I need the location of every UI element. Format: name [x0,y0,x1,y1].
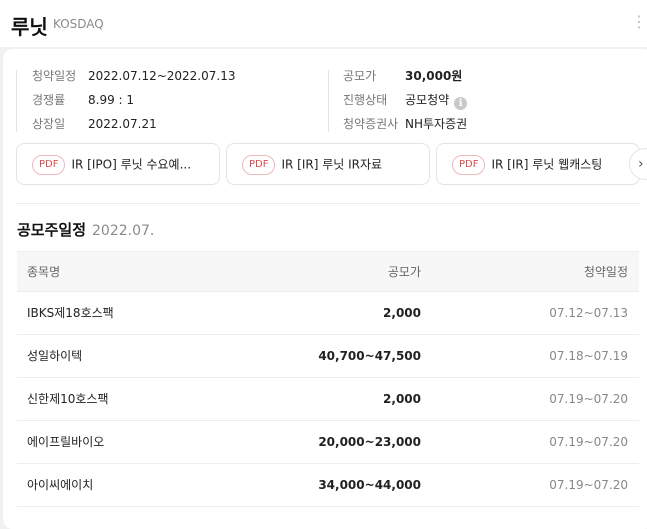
info-value: 2022.07.21 [88,117,157,131]
info-value: 2022.07.12~2022.07.13 [88,69,236,83]
price-cell: 40,700~47,500 [318,349,421,363]
info-label: 경쟁률 [32,93,66,107]
document-item[interactable]: PDF IR [IPO] 루닛 수요예... [16,143,220,185]
pdf-badge: PDF [32,154,66,175]
period-cell: 07.12~07.13 [549,306,628,320]
table-row[interactable]: IBKS제18호스팩 2,000 07.12~07.13 [17,292,639,335]
info-value: 8.99 : 1 [88,93,135,107]
ipo-info-left: 청약일정 2022.07.12~2022.07.13 경쟁률 8.99 : 1 상장… [16,70,235,132]
info-row-underwriter: 청약증권사 NH투자증권 [343,118,467,142]
price-cell: 20,000~23,000 [318,435,421,449]
document-title: IR [IPO] 루닛 수요예... [71,157,192,172]
info-label: 진행상태 [343,93,388,107]
ipo-info-right: 공모가 30,000원 진행상태 공모청약 i 청약증권사 NH투자증권 [328,70,468,132]
info-value: 공모청약 [405,93,450,107]
ipo-schedule-table: 종목명 공모가 청약일정 IBKS제18호스팩 2,000 07.12~07.1… [17,251,639,507]
info-row-listing-date: 상장일 2022.07.21 [32,118,235,142]
price-cell: 2,000 [383,392,421,406]
table-row[interactable]: 성일하이텍 40,700~47,500 07.18~07.19 [17,335,639,378]
market-label: KOSDAQ [53,17,104,31]
pdf-badge: PDF [452,154,486,175]
info-label: 청약일정 [32,69,77,83]
info-label: 상장일 [32,117,66,131]
table-row[interactable]: 신한제10호스팩 2,000 07.19~07.20 [17,378,639,421]
document-title: IR [IR] 루닛 IR자료 [281,157,383,172]
document-item[interactable]: PDF IR [IR] 루닛 웹캐스팅 [436,143,640,185]
period-cell: 07.18~07.19 [549,349,628,363]
stock-name-cell: 신한제10호스팩 [27,392,109,406]
stock-name-cell: IBKS제18호스팩 [27,306,114,320]
price-cell: 34,000~44,000 [318,478,421,492]
info-value: 30,000원 [405,69,463,83]
info-value: NH투자증권 [405,117,468,131]
stock-name-cell: 에이프릴바이오 [27,435,105,449]
info-row-competition: 경쟁률 8.99 : 1 [32,94,235,118]
column-header-price: 공모가 [387,265,421,279]
info-row-status: 진행상태 공모청약 i [343,93,468,118]
document-list: PDF IR [IPO] 루닛 수요예... PDF IR [IR] 루닛 IR자료… [16,143,647,185]
table-header: 종목명 공모가 청약일정 [17,251,639,292]
document-item[interactable]: PDF IR [IR] 루닛 IR자료 [226,143,430,185]
schedule-heading: 공모주일정 2022.07. [17,219,154,240]
info-row-subscription-date: 청약일정 2022.07.12~2022.07.13 [32,70,235,94]
divider [16,203,640,204]
period-cell: 07.19~07.20 [549,392,628,406]
period-cell: 07.19~07.20 [549,478,628,492]
stock-name-cell: 아이씨에이치 [27,478,94,492]
stock-header: 루닛 KOSDAQ ⋮ [0,0,647,47]
info-row-offer-price: 공모가 30,000원 [343,70,467,94]
stock-name: 루닛 [11,15,48,39]
pdf-badge: PDF [242,154,276,175]
more-options-icon[interactable]: ⋮ [631,14,647,30]
period-cell: 07.19~07.20 [549,435,628,449]
table-row[interactable]: 에이프릴바이오 20,000~23,000 07.19~07.20 [17,421,639,464]
price-cell: 2,000 [383,306,421,320]
column-header-period: 청약일정 [583,265,628,279]
stock-name-cell: 성일하이텍 [27,349,83,363]
info-label: 공모가 [343,69,377,83]
schedule-title: 공모주일정 [17,221,87,239]
document-title: IR [IR] 루닛 웹캐스팅 [491,157,603,172]
schedule-month: 2022.07. [92,223,155,239]
table-row[interactable]: 아이씨에이치 34,000~44,000 07.19~07.20 [17,464,639,507]
ipo-info: 청약일정 2022.07.12~2022.07.13 경쟁률 8.99 : 1 상장… [16,70,636,132]
info-label: 청약증권사 [343,117,399,131]
column-header-name: 종목명 [27,265,61,279]
info-icon[interactable]: i [454,97,468,110]
